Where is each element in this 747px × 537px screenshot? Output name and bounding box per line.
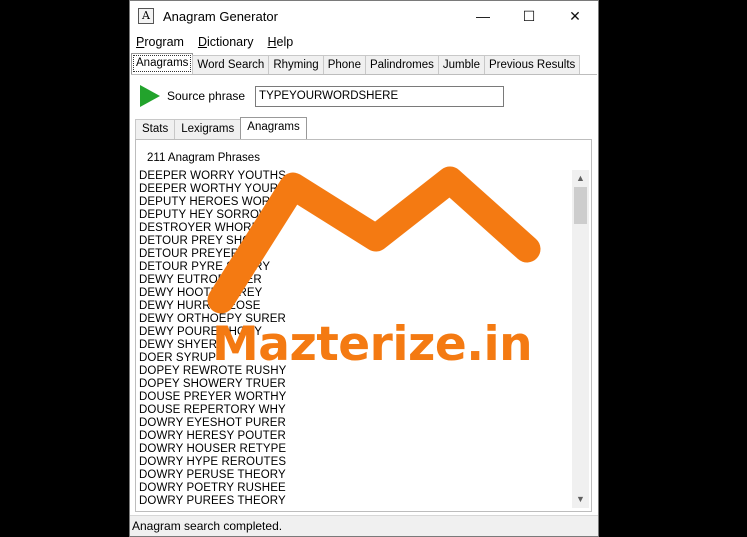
anagram-item[interactable]: DEEPER WORRY YOUTHS: [139, 170, 574, 183]
results-panel: 211 Anagram Phrases DEEPER WORRY YOUTHS D…: [135, 140, 592, 512]
source-phrase-input[interactable]: TYPEYOURWORDSHERE: [255, 85, 505, 107]
tab-word-search[interactable]: Word Search: [192, 55, 270, 74]
menu-dictionary-mnemonic: D: [197, 35, 207, 49]
scrollbar[interactable]: ▲ ▼: [572, 170, 589, 508]
anagram-item[interactable]: DOWRY PUREES THEORY: [139, 495, 574, 508]
result-tabs: Stats Lexigrams Anagrams: [135, 117, 592, 140]
anagram-item[interactable]: DEWY SHYER: [139, 339, 574, 352]
anagram-count: 211 Anagram Phrases: [147, 152, 260, 164]
anagram-list[interactable]: DEEPER WORRY YOUTHS DEEPER WORTHY YOURS DE…: [139, 170, 574, 509]
anagram-item[interactable]: DOWRY POETRY RUSHEE: [139, 482, 574, 495]
menu-help-mnemonic: H: [267, 35, 277, 49]
window-title: Anagram Generator: [163, 8, 278, 24]
anagram-item[interactable]: DEWY ORTHOEPY SURER: [139, 313, 574, 326]
anagram-item[interactable]: DESTROYER WHORE Y: [139, 222, 574, 235]
anagram-item[interactable]: DETOUR PREY SHOW: [139, 235, 574, 248]
tab-phone[interactable]: Phone: [322, 55, 366, 74]
menu-help[interactable]: Help: [268, 35, 301, 49]
scroll-thumb[interactable]: [574, 187, 587, 224]
source-phrase-row: Source phrase TYPEYOURWORDSHERE: [140, 85, 505, 107]
anagram-item[interactable]: DEWY EUTROPH RER: [139, 274, 574, 287]
anagram-item[interactable]: DEWY HOOTER RREY: [139, 287, 574, 300]
play-icon[interactable]: [140, 85, 160, 107]
anagram-item[interactable]: DOWRY PERUSE THEORY: [139, 469, 574, 482]
tab-rhyming[interactable]: Rhyming: [268, 55, 324, 74]
anagram-item[interactable]: DEPUTY HEY SORROWE: [139, 209, 574, 222]
tab-previous-results[interactable]: Previous Results: [483, 55, 581, 74]
anagram-item[interactable]: DEWY HURRY TEOSE: [139, 300, 574, 313]
main-tabs: Anagrams Word Search Rhyming Phone Palin…: [131, 53, 597, 75]
status-bar: Anagram search completed.: [130, 515, 598, 536]
app-icon: A: [138, 8, 154, 24]
menu-help-label: elp: [276, 35, 294, 49]
title-bar[interactable]: A Anagram Generator — ☐ ✕: [130, 1, 598, 31]
anagram-item[interactable]: DETOUR PYRE SH RRY: [139, 261, 574, 274]
anagram-item[interactable]: DOWRY EYESHOT PURER: [139, 417, 574, 430]
source-phrase-label: Source phrase: [167, 89, 246, 103]
menu-program-label: rogram: [144, 35, 184, 49]
tab-lexigrams[interactable]: Lexigrams: [174, 119, 242, 139]
tab-anagrams[interactable]: Anagrams: [131, 53, 194, 74]
app-window: A Anagram Generator — ☐ ✕ Program Dictio…: [129, 0, 599, 537]
anagram-item[interactable]: DOPEY SHOWERY TRUER: [139, 378, 574, 391]
menu-dictionary-label: ictionary: [206, 35, 254, 49]
menu-program[interactable]: Program: [136, 35, 191, 49]
maximize-button[interactable]: ☐: [506, 1, 552, 31]
anagram-item[interactable]: DEWY POURE THORY: [139, 326, 574, 339]
tab-palindromes[interactable]: Palindromes: [364, 55, 439, 74]
anagram-item[interactable]: DOUSE PREYER WORTHY: [139, 391, 574, 404]
anagram-item[interactable]: DEEPER WORTHY YOURS: [139, 183, 574, 196]
anagram-item[interactable]: DOER SYRUP: [139, 352, 574, 365]
menu-bar: Program Dictionary Help: [130, 31, 598, 53]
close-button[interactable]: ✕: [552, 1, 598, 31]
anagram-item[interactable]: DOPEY REWROTE RUSHY: [139, 365, 574, 378]
anagram-item[interactable]: DETOUR PREYER S: [139, 248, 574, 261]
anagram-item[interactable]: DEPUTY HEROES WORRY: [139, 196, 574, 209]
anagram-item[interactable]: DOWRY HOUSER RETYPE: [139, 443, 574, 456]
menu-dictionary[interactable]: Dictionary: [198, 35, 261, 49]
anagram-item[interactable]: DOWRY HERESY POUTER: [139, 430, 574, 443]
scroll-down-icon[interactable]: ▼: [572, 491, 589, 508]
minimize-button[interactable]: —: [460, 1, 506, 31]
scroll-up-icon[interactable]: ▲: [572, 170, 589, 187]
tab-stats[interactable]: Stats: [135, 119, 176, 139]
tab-anagrams-results[interactable]: Anagrams: [240, 117, 307, 139]
anagram-item[interactable]: DOUSE REPERTORY WHY: [139, 404, 574, 417]
tab-jumble[interactable]: Jumble: [437, 55, 485, 74]
anagram-item[interactable]: DOWRY HYPE REROUTES: [139, 456, 574, 469]
